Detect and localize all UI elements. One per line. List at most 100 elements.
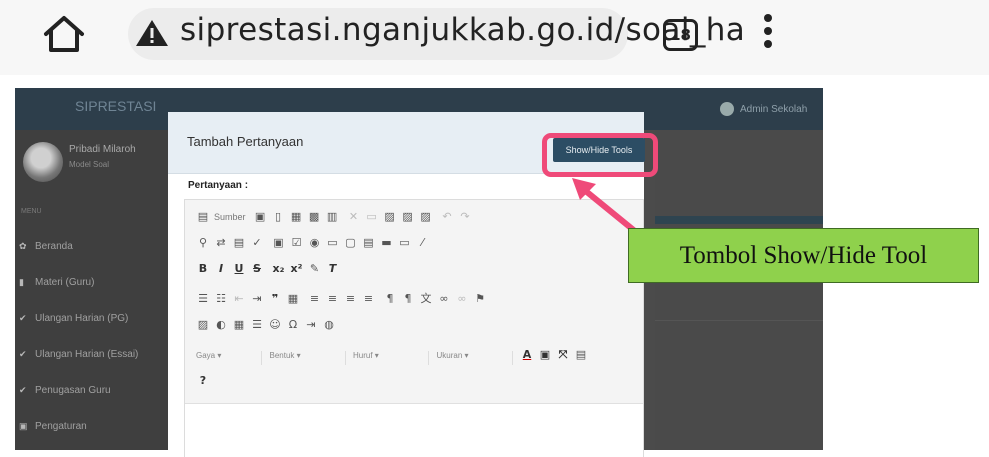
- editor-toolbar-row-7: ?: [196, 374, 214, 394]
- home-icon[interactable]: [40, 12, 88, 56]
- paste-word-icon[interactable]: ▨: [419, 210, 433, 223]
- more-vert-icon[interactable]: [760, 14, 776, 56]
- align-right-icon[interactable]: ≡: [344, 292, 358, 305]
- outdent-icon[interactable]: ⇤: [232, 292, 246, 305]
- horizontal-line-icon[interactable]: ☰: [250, 318, 264, 331]
- screenshot-stage: siprestasi.nganjukkab.go.id/soal_ha 18 S…: [0, 0, 989, 457]
- form-icon[interactable]: ▣: [272, 236, 286, 249]
- textfield-icon[interactable]: ▭: [326, 236, 340, 249]
- print-icon[interactable]: ▩: [307, 210, 321, 223]
- textarea-icon[interactable]: ▢: [344, 236, 358, 249]
- remove-format-icon[interactable]: T: [326, 262, 340, 275]
- profile-name: Pribadi Milaroh: [69, 144, 136, 155]
- select-icon[interactable]: ▤: [362, 236, 376, 249]
- sidebar-item-materi[interactable]: ▮ Materi (Guru): [19, 277, 94, 295]
- sidebar-item-ulangan-essai[interactable]: ✔ Ulangan Harian (Essai): [19, 349, 138, 367]
- redo-icon[interactable]: ↷: [458, 210, 472, 223]
- spellcheck-icon[interactable]: ✓: [250, 236, 264, 249]
- select-all-icon[interactable]: ▤: [232, 236, 246, 249]
- settings-icon: ▣: [19, 421, 28, 431]
- sidebar-item-ulangan-pg[interactable]: ✔ Ulangan Harian (PG): [19, 313, 128, 331]
- paste-icon[interactable]: ▨: [383, 210, 397, 223]
- align-center-icon[interactable]: ≡: [326, 292, 340, 305]
- editor-toolbar-row-6: Gaya ▾ Bentuk ▾ Huruf ▾ Ukuran ▾ A ▣ ⤧ ▤: [196, 348, 592, 368]
- font-dropdown-label: Huruf: [353, 351, 373, 360]
- sidebar-item-beranda[interactable]: ✿ Beranda: [19, 241, 73, 259]
- image-button-icon[interactable]: ▭: [398, 236, 412, 249]
- replace-icon[interactable]: ⇄: [214, 236, 228, 249]
- smiley-icon[interactable]: ☺: [268, 318, 282, 331]
- help-button[interactable]: ?: [196, 374, 210, 387]
- template-icon[interactable]: ▥: [325, 210, 339, 223]
- copy-icon[interactable]: ▭: [365, 210, 379, 223]
- sidebar-item-pengaturan[interactable]: ▣ Pengaturan: [19, 421, 87, 439]
- size-dropdown[interactable]: Ukuran ▾: [437, 351, 513, 365]
- preview-icon[interactable]: ▦: [289, 210, 303, 223]
- superscript-icon[interactable]: x²: [290, 262, 304, 275]
- warning-icon[interactable]: [135, 18, 169, 48]
- flash-icon[interactable]: ◐: [214, 318, 228, 331]
- image-icon[interactable]: ▨: [196, 318, 210, 331]
- checkbox-icon[interactable]: ☑: [290, 236, 304, 249]
- background-content: [655, 130, 823, 450]
- save-icon[interactable]: ▣: [253, 210, 267, 223]
- sidebar-item-penugasan[interactable]: ✔ Penugasan Guru: [19, 385, 111, 403]
- text-color-icon[interactable]: A: [520, 348, 534, 361]
- cut-icon[interactable]: ✕: [347, 210, 361, 223]
- editor-toolbar-row-2: ⚲ ⇄ ▤ ✓ ▣ ☑ ◉ ▭ ▢ ▤ ▬ ▭ ⁄: [196, 236, 434, 256]
- url-text[interactable]: siprestasi.nganjukkab.go.id/soal_ha: [180, 12, 745, 48]
- undo-icon[interactable]: ↶: [440, 210, 454, 223]
- bullet-list-icon[interactable]: ☷: [214, 292, 228, 305]
- user-name[interactable]: Admin Sekolah: [740, 104, 807, 115]
- link-icon[interactable]: ∞: [437, 292, 451, 305]
- align-justify-icon[interactable]: ≡: [362, 292, 376, 305]
- sidebar-item-label: Beranda: [35, 241, 73, 252]
- special-char-icon[interactable]: Ω: [286, 318, 300, 331]
- paste-text-icon[interactable]: ▨: [401, 210, 415, 223]
- check-icon: ✔: [19, 385, 27, 395]
- app-brand: SIPRESTASI: [75, 98, 157, 114]
- subscript-icon[interactable]: x₂: [272, 262, 286, 275]
- language-icon[interactable]: 文: [419, 290, 433, 306]
- format-dropdown[interactable]: Bentuk ▾: [270, 351, 346, 365]
- background-strip: [655, 216, 823, 224]
- sidebar-item-label: Ulangan Harian (PG): [35, 313, 129, 324]
- button-icon[interactable]: ▬: [380, 236, 394, 249]
- source-icon[interactable]: ▤: [196, 210, 210, 223]
- font-dropdown[interactable]: Huruf ▾: [353, 351, 429, 365]
- rtl-icon[interactable]: ¶: [401, 292, 415, 305]
- find-icon[interactable]: ⚲: [196, 236, 210, 249]
- ltr-icon[interactable]: ¶: [383, 292, 397, 305]
- strike-icon[interactable]: S: [250, 262, 264, 275]
- hidden-field-icon[interactable]: ⁄: [416, 236, 430, 249]
- bg-color-icon[interactable]: ▣: [538, 348, 552, 361]
- iframe-icon[interactable]: ◍: [322, 318, 336, 331]
- maximize-icon[interactable]: ⤧: [556, 348, 570, 362]
- table-icon[interactable]: ▦: [232, 318, 246, 331]
- blockquote-icon[interactable]: ❞: [268, 292, 282, 305]
- page-break-icon[interactable]: ⇥: [304, 318, 318, 331]
- source-button[interactable]: Sumber: [214, 212, 246, 222]
- style-dropdown[interactable]: Gaya ▾: [196, 351, 262, 365]
- underline-icon[interactable]: U: [232, 262, 246, 275]
- radio-icon[interactable]: ◉: [308, 236, 322, 249]
- copy-format-icon[interactable]: ✎: [308, 262, 322, 275]
- dashboard-icon: ✿: [19, 241, 27, 251]
- italic-icon[interactable]: I: [214, 262, 228, 275]
- menu-header: MENU: [21, 208, 42, 215]
- anchor-flag-icon[interactable]: ⚑: [473, 292, 487, 305]
- tab-switcher-button[interactable]: 18: [663, 19, 698, 51]
- style-dropdown-label: Gaya: [196, 351, 216, 360]
- indent-icon[interactable]: ⇥: [250, 292, 264, 305]
- bold-icon[interactable]: B: [196, 262, 210, 275]
- div-icon[interactable]: ▦: [286, 292, 300, 305]
- align-left-icon[interactable]: ≡: [308, 292, 322, 305]
- unlink-icon[interactable]: ∞: [455, 292, 469, 305]
- user-avatar[interactable]: [720, 102, 734, 116]
- show-blocks-icon[interactable]: ▤: [574, 348, 588, 361]
- new-page-icon[interactable]: ▯: [271, 210, 285, 223]
- avatar: [23, 142, 63, 182]
- numbered-list-icon[interactable]: ☰: [196, 292, 210, 305]
- editor-content-area[interactable]: [185, 403, 643, 457]
- browser-address-bar: siprestasi.nganjukkab.go.id/soal_ha 18: [0, 0, 989, 75]
